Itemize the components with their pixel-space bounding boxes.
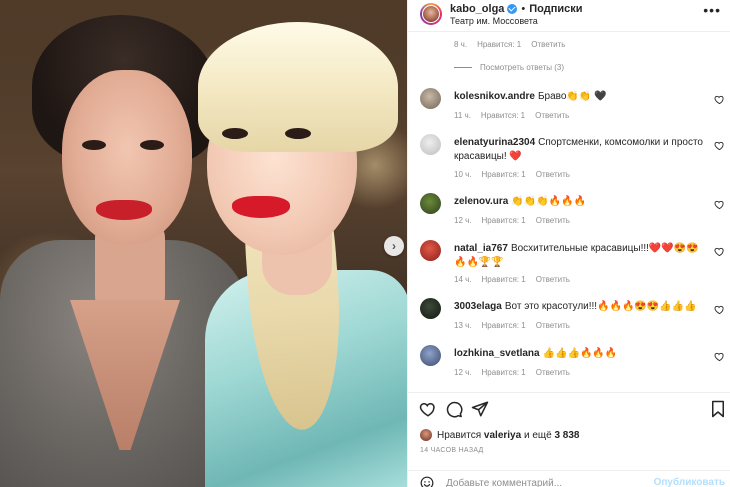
more-options-icon[interactable]: •••	[703, 2, 721, 18]
comment-username[interactable]: elenatyurina2304	[454, 137, 535, 148]
post-timestamp[interactable]: 14 ЧАСОВ НАЗАД	[420, 447, 484, 454]
comment-time: 13 ч.	[454, 321, 472, 330]
following-button[interactable]: Подписки	[529, 3, 582, 15]
comment-likes[interactable]: Нравится: 1	[481, 111, 525, 120]
comment-username[interactable]: zelenov.ura	[454, 196, 508, 207]
left-person-eye	[82, 140, 106, 150]
avatar[interactable]	[420, 345, 441, 366]
publish-button[interactable]: Опубликовать	[654, 477, 725, 487]
heart-outline-icon[interactable]	[714, 246, 725, 257]
comment-meta: 12 ч. Нравится: 1 Ответить	[454, 368, 570, 377]
comment-likes[interactable]: Нравится: 1	[482, 275, 526, 284]
comment-username[interactable]: 3003elaga	[454, 301, 502, 312]
avatar[interactable]	[420, 134, 441, 155]
post-photo[interactable]: ›	[0, 0, 407, 487]
heart-outline-icon[interactable]	[714, 140, 725, 151]
view-replies-button[interactable]: Посмотреть ответы (3)	[454, 63, 564, 72]
comment-text-line: lozhkina_svetlana 👍👍👍🔥🔥🔥	[454, 347, 704, 361]
likes-summary: Нравится valeriya и ещё 3 838	[420, 429, 580, 441]
comment-input[interactable]	[446, 476, 656, 487]
heart-outline-icon[interactable]	[714, 351, 725, 362]
right-person-lips	[232, 196, 290, 218]
comment-username[interactable]: lozhkina_svetlana	[454, 348, 540, 359]
right-person-eye	[285, 128, 311, 139]
paper-plane-icon[interactable]	[471, 400, 489, 418]
comment-text-line: kolesnikov.andre Браво👏👏 🖤	[454, 90, 704, 104]
post-actions-bar	[408, 400, 730, 420]
comment-likes[interactable]: Нравится: 1	[477, 40, 521, 49]
post-sidebar: kabo_olga • Подписки Театр им. Моссовета…	[407, 0, 730, 487]
avatar[interactable]	[420, 3, 442, 25]
comment-time: 11 ч.	[454, 111, 471, 120]
comment-text-line: elenatyurina2304 Спортсменки, комсомолки …	[454, 136, 704, 164]
comment-text-line: natal_ia767 Восхитительные красавицы!!!❤️…	[454, 242, 704, 270]
divider	[408, 31, 730, 32]
comment-username[interactable]: kolesnikov.andre	[454, 91, 535, 102]
comment-text-line: 3003elaga Вот это красотули!!!🔥🔥🔥😍😍👍👍👍	[454, 300, 704, 314]
comment-meta: 8 ч. Нравится: 1 Ответить	[454, 40, 565, 49]
comment-body: Вот это красотули!!!🔥🔥🔥😍😍👍👍👍	[504, 301, 697, 312]
author-username[interactable]: kabo_olga	[450, 3, 504, 15]
avatar[interactable]	[420, 240, 441, 261]
divider	[454, 67, 472, 68]
comment-meta: 12 ч. Нравится: 1 Ответить	[454, 216, 570, 225]
left-person-eye	[140, 140, 164, 150]
reply-button[interactable]: Ответить	[535, 111, 569, 120]
author-line: kabo_olga • Подписки	[450, 3, 583, 15]
comment-meta: 10 ч. Нравится: 1 Ответить	[454, 170, 570, 179]
right-person-eye	[222, 128, 248, 139]
heart-outline-icon[interactable]	[419, 400, 437, 418]
add-comment-bar: Опубликовать	[408, 474, 730, 487]
avatar[interactable]	[420, 298, 441, 319]
reply-button[interactable]: Ответить	[536, 216, 570, 225]
heart-outline-icon[interactable]	[714, 304, 725, 315]
comment-time: 12 ч.	[454, 216, 472, 225]
divider	[408, 470, 730, 471]
reply-button[interactable]: Ответить	[531, 40, 565, 49]
likes-prefix: Нравится	[437, 429, 482, 441]
reply-button[interactable]: Ответить	[536, 170, 570, 179]
smile-icon[interactable]	[420, 476, 434, 487]
comment-likes[interactable]: Нравится: 1	[482, 170, 526, 179]
comment-body: 👏👏👏🔥🔥🔥	[511, 196, 586, 207]
comment-time: 12 ч.	[454, 368, 472, 377]
comment-username[interactable]: natal_ia767	[454, 243, 508, 254]
comment-body: 👍👍👍🔥🔥🔥	[542, 348, 618, 359]
comment-meta: 14 ч. Нравится: 1 Ответить	[454, 275, 570, 284]
chevron-right-icon: ›	[392, 239, 396, 253]
speech-bubble-icon[interactable]	[445, 400, 463, 418]
avatar	[420, 429, 432, 441]
bookmark-icon[interactable]	[709, 400, 727, 418]
comment-time: 10 ч.	[454, 170, 472, 179]
separator-dot: •	[521, 3, 526, 15]
comment-text-line: zelenov.ura 👏👏👏🔥🔥🔥	[454, 195, 704, 209]
divider	[408, 392, 730, 393]
next-photo-button[interactable]: ›	[384, 236, 404, 256]
view-replies-label: Посмотреть ответы (3)	[480, 63, 565, 72]
comment-meta: 13 ч. Нравится: 1 Ответить	[454, 321, 570, 330]
comment-time: 14 ч.	[454, 275, 472, 284]
comment-likes[interactable]: Нравится: 1	[482, 216, 526, 225]
heart-outline-icon[interactable]	[714, 199, 725, 210]
comment-body: Браво👏👏 🖤	[537, 91, 607, 102]
comment-likes[interactable]: Нравится: 1	[482, 321, 526, 330]
likes-user[interactable]: valeriya	[484, 430, 521, 441]
comment-time: 8 ч.	[454, 40, 468, 49]
avatar[interactable]	[420, 193, 441, 214]
heart-outline-icon[interactable]	[714, 94, 725, 105]
post-header: kabo_olga • Подписки Театр им. Моссовета…	[408, 0, 730, 28]
avatar[interactable]	[420, 88, 441, 109]
reply-button[interactable]: Ответить	[536, 275, 570, 284]
comment-likes[interactable]: Нравится: 1	[482, 368, 526, 377]
likes-count[interactable]: 3 838	[554, 430, 579, 441]
post-location[interactable]: Театр им. Моссовета	[450, 16, 538, 26]
comment-meta: 11 ч. Нравится: 1 Ответить	[454, 111, 569, 120]
likes-middle: и ещё	[523, 429, 552, 441]
left-person-lips	[96, 200, 152, 220]
reply-button[interactable]: Ответить	[536, 321, 570, 330]
verified-badge-icon	[507, 4, 518, 14]
reply-button[interactable]: Ответить	[536, 368, 570, 377]
